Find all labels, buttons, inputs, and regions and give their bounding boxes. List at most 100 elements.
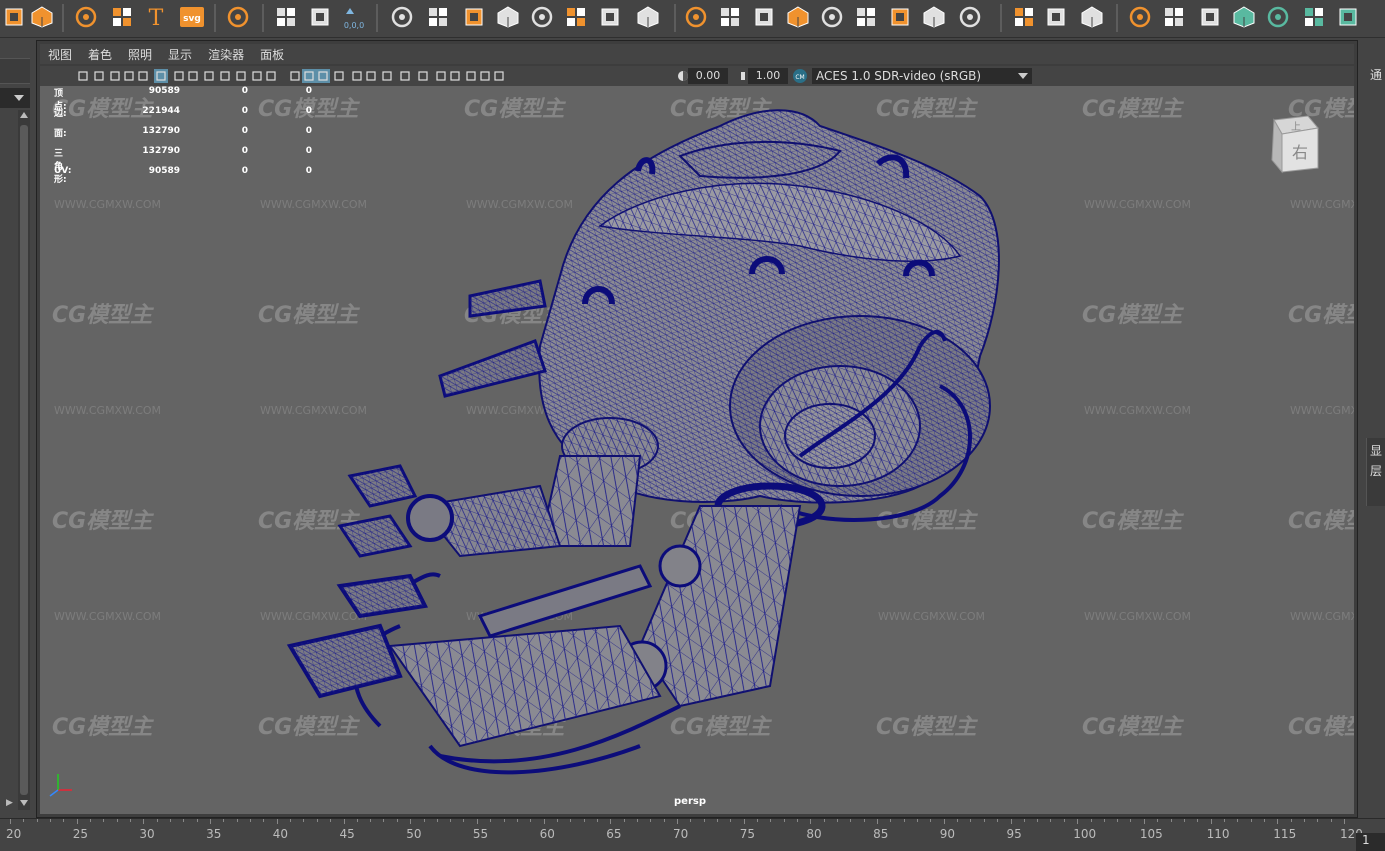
shadows-icon[interactable]	[364, 68, 378, 82]
append-icon[interactable]	[784, 2, 812, 32]
screen-space-ao-icon[interactable]	[380, 68, 394, 82]
view-cube[interactable]: 上 右	[1268, 110, 1320, 174]
right-side-tab[interactable]: 显 层	[1366, 438, 1385, 506]
grid-panel-icon[interactable]	[224, 2, 252, 32]
uv-cube-icon[interactable]	[1230, 2, 1258, 32]
fill-hole-icon[interactable]	[852, 2, 880, 32]
bookmark-icon[interactable]	[108, 68, 122, 82]
menu-show[interactable]: 显示	[168, 46, 192, 63]
sparkle-icon[interactable]	[72, 2, 100, 32]
menu-renderer[interactable]: 渲染器	[208, 46, 244, 63]
film-gate-icon[interactable]	[186, 68, 200, 82]
text-T-icon[interactable]: T	[142, 2, 170, 32]
timeline-minor-tick	[690, 819, 692, 822]
target-icon[interactable]	[272, 2, 300, 32]
axis-gizmo	[49, 774, 72, 797]
safe-action-icon[interactable]	[250, 68, 264, 82]
mirror-icon[interactable]	[634, 2, 662, 32]
xray-icon[interactable]	[464, 68, 478, 82]
bridge-icon[interactable]	[716, 2, 744, 32]
lattice-icon[interactable]	[1160, 2, 1188, 32]
scroll-up-icon[interactable]	[20, 112, 28, 118]
select-camera-icon[interactable]	[76, 68, 90, 82]
uv-planar-icon[interactable]	[1300, 2, 1328, 32]
robot-upper-claw	[337, 464, 562, 558]
timeline-tick-label: 90	[939, 827, 956, 841]
time-slider[interactable]: 20 25 30 35 40 45 50 55 60 65 70 75 80 85 90 95 100 105 11…	[0, 818, 1385, 851]
grease-pencil-icon[interactable]	[154, 68, 168, 83]
wireframe-on-shaded-icon[interactable]	[316, 68, 330, 83]
gate-mask-icon[interactable]	[218, 68, 232, 82]
spring-helix-icon[interactable]	[108, 2, 136, 32]
backface-icon[interactable]	[492, 68, 506, 82]
menu-lighting[interactable]: 照明	[128, 46, 152, 63]
motion-blur-icon[interactable]	[398, 68, 412, 82]
isolate-select-icon[interactable]	[448, 68, 462, 82]
timeline-minor-tick	[1063, 819, 1065, 822]
color-management-icon[interactable]: CM	[792, 68, 807, 83]
wireframe-icon[interactable]	[288, 68, 302, 82]
right-panel-label[interactable]: 通	[1370, 66, 1382, 83]
menu-view[interactable]: 视图	[48, 46, 72, 63]
combine-edges-icon[interactable]	[1010, 2, 1038, 32]
robot-wireframe-model[interactable]	[40, 86, 1354, 814]
cleanup-icon[interactable]	[562, 2, 590, 32]
partial-icon[interactable]	[0, 2, 28, 32]
image-plane-icon[interactable]	[122, 68, 136, 82]
resolution-gate-icon[interactable]	[202, 68, 216, 82]
pencil-icon[interactable]	[1126, 2, 1154, 32]
camera-name-label: persp	[674, 796, 706, 807]
xray-joints-icon[interactable]	[478, 68, 492, 82]
3d-viewport[interactable]: CG模型主 WWW.CGMXW.COM CG模型主 WWW.CGMXW.COM CG模型…	[40, 86, 1354, 814]
safe-title-icon[interactable]	[264, 68, 278, 82]
anti-alias-icon[interactable]	[416, 68, 430, 82]
poke-icon[interactable]	[920, 2, 948, 32]
left-scrollbar-thumb[interactable]	[20, 125, 28, 795]
current-frame-field[interactable]: 1	[1356, 833, 1385, 851]
uv-layout-icon[interactable]	[1334, 2, 1362, 32]
paint-icon[interactable]	[1196, 2, 1224, 32]
svg-text:svg: svg	[183, 14, 201, 24]
timeline-tick	[1010, 819, 1012, 824]
left-panel-dropdown[interactable]	[0, 88, 30, 108]
timeline-minor-tick	[516, 819, 518, 822]
use-all-lights-icon[interactable]	[350, 68, 364, 82]
uv-cylinder-icon[interactable]	[1264, 2, 1292, 32]
scroll-down-icon[interactable]	[20, 800, 28, 806]
separate-icon[interactable]	[494, 2, 522, 32]
smooth-icon[interactable]	[528, 2, 556, 32]
menu-shading[interactable]: 着色	[88, 46, 112, 63]
pivot-reset-icon[interactable]: 0,0,0	[340, 2, 368, 32]
gamma-field[interactable]: 1.00	[748, 68, 788, 84]
menu-panels[interactable]: 面板	[260, 46, 284, 63]
field-chart-icon[interactable]	[234, 68, 248, 82]
svg-icon[interactable]: svg	[178, 2, 206, 32]
textured-icon[interactable]	[332, 68, 346, 82]
polygon-sphere-icon[interactable]	[28, 2, 56, 32]
bevel-icon[interactable]	[750, 2, 778, 32]
multicut-icon[interactable]	[818, 2, 846, 32]
timeline-minor-tick	[290, 819, 292, 822]
timeline-minor-tick	[863, 819, 865, 822]
exposure-field[interactable]: 0.00	[688, 68, 728, 84]
scale-cursor-icon[interactable]	[306, 2, 334, 32]
timeline-minor-tick	[463, 819, 465, 822]
combine-icon[interactable]	[388, 2, 416, 32]
target-weld-icon[interactable]	[1042, 2, 1070, 32]
circularize-icon[interactable]	[956, 2, 984, 32]
gamma-icon[interactable]	[734, 68, 748, 82]
grid-icon[interactable]	[172, 68, 186, 82]
smooth-shade-icon[interactable]	[302, 68, 316, 83]
depth-of-field-icon[interactable]	[434, 68, 448, 82]
camera-attr-icon[interactable]	[92, 68, 106, 82]
color-space-select[interactable]: ACES 1.0 SDR-video (sRGB)	[812, 68, 1032, 84]
expand-arrow-icon[interactable]: ▶	[6, 798, 13, 808]
wedge-icon[interactable]	[886, 2, 914, 32]
right-panel	[1358, 38, 1385, 818]
extrude-icon[interactable]	[682, 2, 710, 32]
2d-pan-icon[interactable]	[136, 68, 150, 82]
transfer-icon[interactable]	[596, 2, 624, 32]
edge-flow-icon[interactable]	[1078, 2, 1106, 32]
boolean-icon[interactable]	[424, 2, 452, 32]
extract-icon[interactable]	[460, 2, 488, 32]
